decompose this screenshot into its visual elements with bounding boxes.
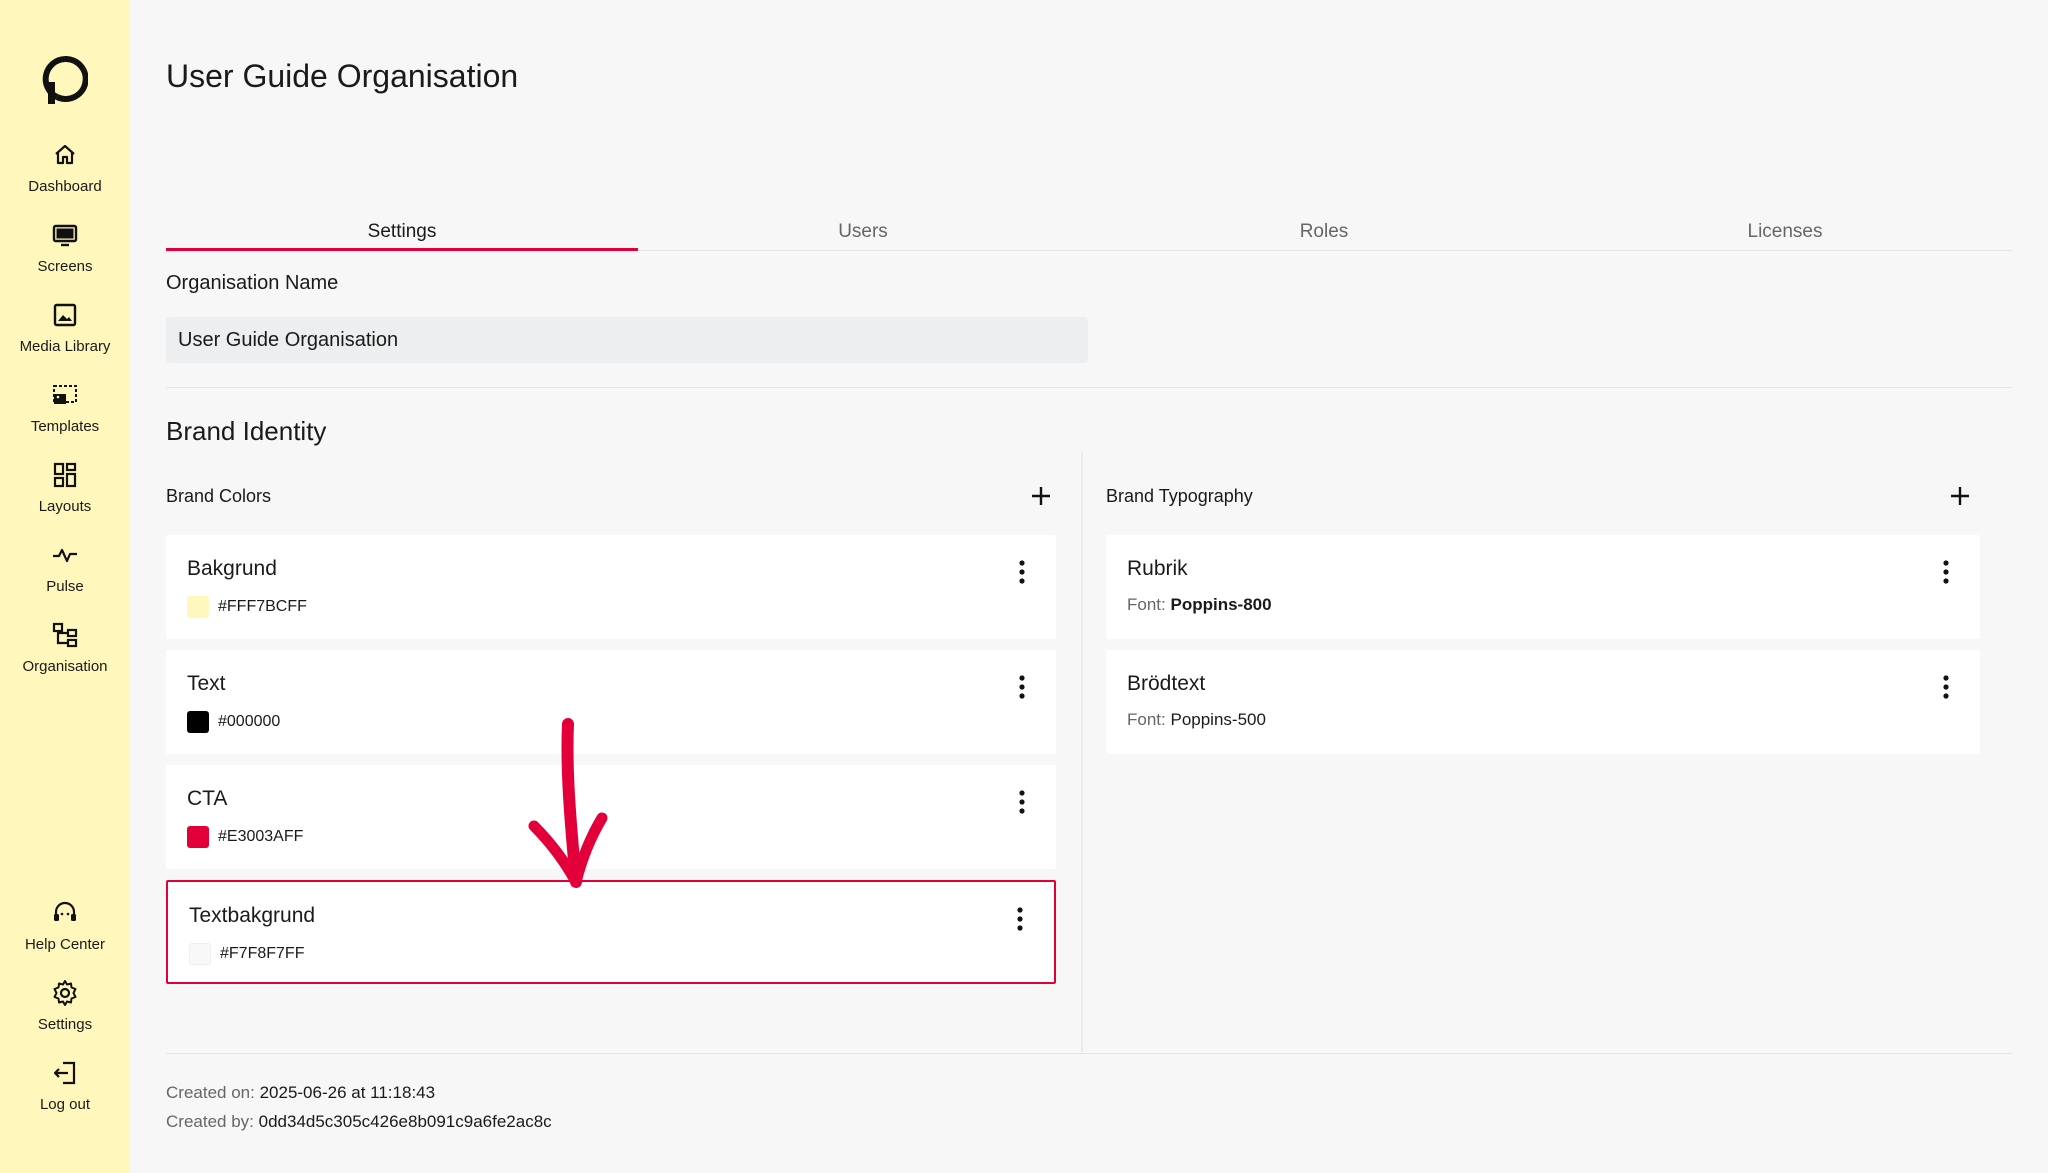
created-by-value: 0dd34d5c305c426e8b091c9a6fe2ac8c xyxy=(258,1112,552,1131)
brand-color-card[interactable]: Bakgrund #FFF7BCFF xyxy=(166,535,1056,639)
sidebar-item-help-center[interactable]: Help Center xyxy=(0,898,130,968)
sidebar: Dashboard Screens Media Library Template… xyxy=(0,0,130,1173)
sidebar-item-label: Layouts xyxy=(38,498,92,515)
sidebar-item-dashboard[interactable]: Dashboard xyxy=(0,140,130,210)
brand-typography-card[interactable]: Brödtext Font: Poppins-500 xyxy=(1106,650,1980,754)
brand-colors-label: Brand Colors xyxy=(166,486,272,506)
template-icon xyxy=(50,380,80,410)
tab-bar: Settings Users Roles Licenses xyxy=(166,216,2012,251)
add-brand-color-button[interactable] xyxy=(1027,482,1055,510)
brand-color-name: CTA xyxy=(187,787,228,810)
brand-color-name: Textbakgrund xyxy=(189,904,316,927)
sidebar-item-pulse[interactable]: Pulse xyxy=(0,540,130,610)
plus-icon xyxy=(1951,487,1969,505)
sidebar-item-logout[interactable]: Log out xyxy=(0,1058,130,1128)
brand-typography-card[interactable]: Rubrik Font: Poppins-800 xyxy=(1106,535,1980,639)
annotation-arrow-icon xyxy=(520,718,620,890)
created-on-value: 2025-06-26 at 11:18:43 xyxy=(259,1083,436,1102)
tab-licenses[interactable]: Licenses xyxy=(1549,216,2021,251)
brand-color-name: Bakgrund xyxy=(187,557,277,580)
plus-icon xyxy=(1032,487,1050,505)
more-options-icon[interactable] xyxy=(1938,557,1954,587)
logo-icon[interactable] xyxy=(42,55,89,106)
organisation-icon xyxy=(50,620,80,650)
sidebar-item-organisation[interactable]: Organisation xyxy=(0,620,130,690)
more-options-icon[interactable] xyxy=(1014,672,1030,702)
sidebar-item-label: Help Center xyxy=(24,936,106,953)
more-options-icon[interactable] xyxy=(1012,904,1028,934)
brand-color-name: Text xyxy=(187,672,226,695)
add-brand-typography-button[interactable] xyxy=(1946,482,1974,510)
brand-color-hex: #FFF7BCFF xyxy=(218,598,307,615)
sidebar-item-templates[interactable]: Templates xyxy=(0,380,130,450)
typography-font-line: Font: Poppins-500 xyxy=(1127,710,1266,730)
home-icon xyxy=(50,140,80,170)
sidebar-item-media-library[interactable]: Media Library xyxy=(0,300,130,370)
typography-name: Brödtext xyxy=(1127,672,1206,695)
created-on-label: Created on: xyxy=(166,1083,255,1102)
typography-font-line: Font: Poppins-800 xyxy=(1127,595,1272,615)
sidebar-item-layouts[interactable]: Layouts xyxy=(0,460,130,530)
more-options-icon[interactable] xyxy=(1014,557,1030,587)
sidebar-item-label: Screens xyxy=(37,258,93,275)
brand-color-hex: #E3003AFF xyxy=(218,828,304,845)
created-by-label: Created by: xyxy=(166,1112,254,1131)
column-divider xyxy=(1081,452,1083,1052)
color-swatch xyxy=(187,826,209,848)
font-prefix: Font: xyxy=(1127,595,1166,614)
org-name-label: Organisation Name xyxy=(166,272,339,294)
help-icon xyxy=(50,898,80,928)
sidebar-item-label: Settings xyxy=(37,1016,93,1033)
color-swatch xyxy=(189,943,211,965)
brand-color-card-highlighted[interactable]: Textbakgrund #F7F8F7FF xyxy=(166,880,1056,984)
page-title: User Guide Organisation xyxy=(166,58,519,94)
sidebar-item-label: Log out xyxy=(39,1096,91,1113)
sidebar-item-label: Media Library xyxy=(19,338,111,355)
sidebar-item-label: Organisation xyxy=(22,658,108,675)
more-options-icon[interactable] xyxy=(1938,672,1954,702)
tab-settings[interactable]: Settings xyxy=(166,216,638,251)
brand-color-hex: #F7F8F7FF xyxy=(220,945,305,962)
sidebar-item-label: Templates xyxy=(30,418,100,435)
typography-name: Rubrik xyxy=(1127,557,1188,580)
image-icon xyxy=(50,300,80,330)
logout-icon xyxy=(50,1058,80,1088)
color-swatch xyxy=(187,711,209,733)
created-on: Created on: 2025-06-26 at 11:18:43 xyxy=(166,1083,435,1103)
sidebar-item-label: Dashboard xyxy=(28,178,102,195)
divider xyxy=(166,1053,2012,1054)
pulse-icon xyxy=(50,540,80,570)
color-swatch xyxy=(187,596,209,618)
more-options-icon[interactable] xyxy=(1014,787,1030,817)
layout-icon xyxy=(50,460,80,490)
font-value: Poppins-800 xyxy=(1170,595,1272,614)
gear-icon xyxy=(50,978,80,1008)
brand-typography-label: Brand Typography xyxy=(1106,486,1253,506)
tab-users[interactable]: Users xyxy=(627,216,1099,251)
font-value: Poppins-500 xyxy=(1170,710,1266,729)
divider xyxy=(166,387,2012,388)
org-name-input[interactable] xyxy=(166,317,1088,363)
tab-roles[interactable]: Roles xyxy=(1088,216,1560,251)
brand-color-hex: #000000 xyxy=(218,713,281,730)
sidebar-item-screens[interactable]: Screens xyxy=(0,220,130,290)
created-by: Created by: 0dd34d5c305c426e8b091c9a6fe2… xyxy=(166,1112,552,1132)
sidebar-item-label: Pulse xyxy=(46,578,84,595)
brand-identity-title: Brand Identity xyxy=(166,416,327,446)
sidebar-item-settings[interactable]: Settings xyxy=(0,978,130,1048)
monitor-icon xyxy=(50,220,80,250)
font-prefix: Font: xyxy=(1127,710,1166,729)
